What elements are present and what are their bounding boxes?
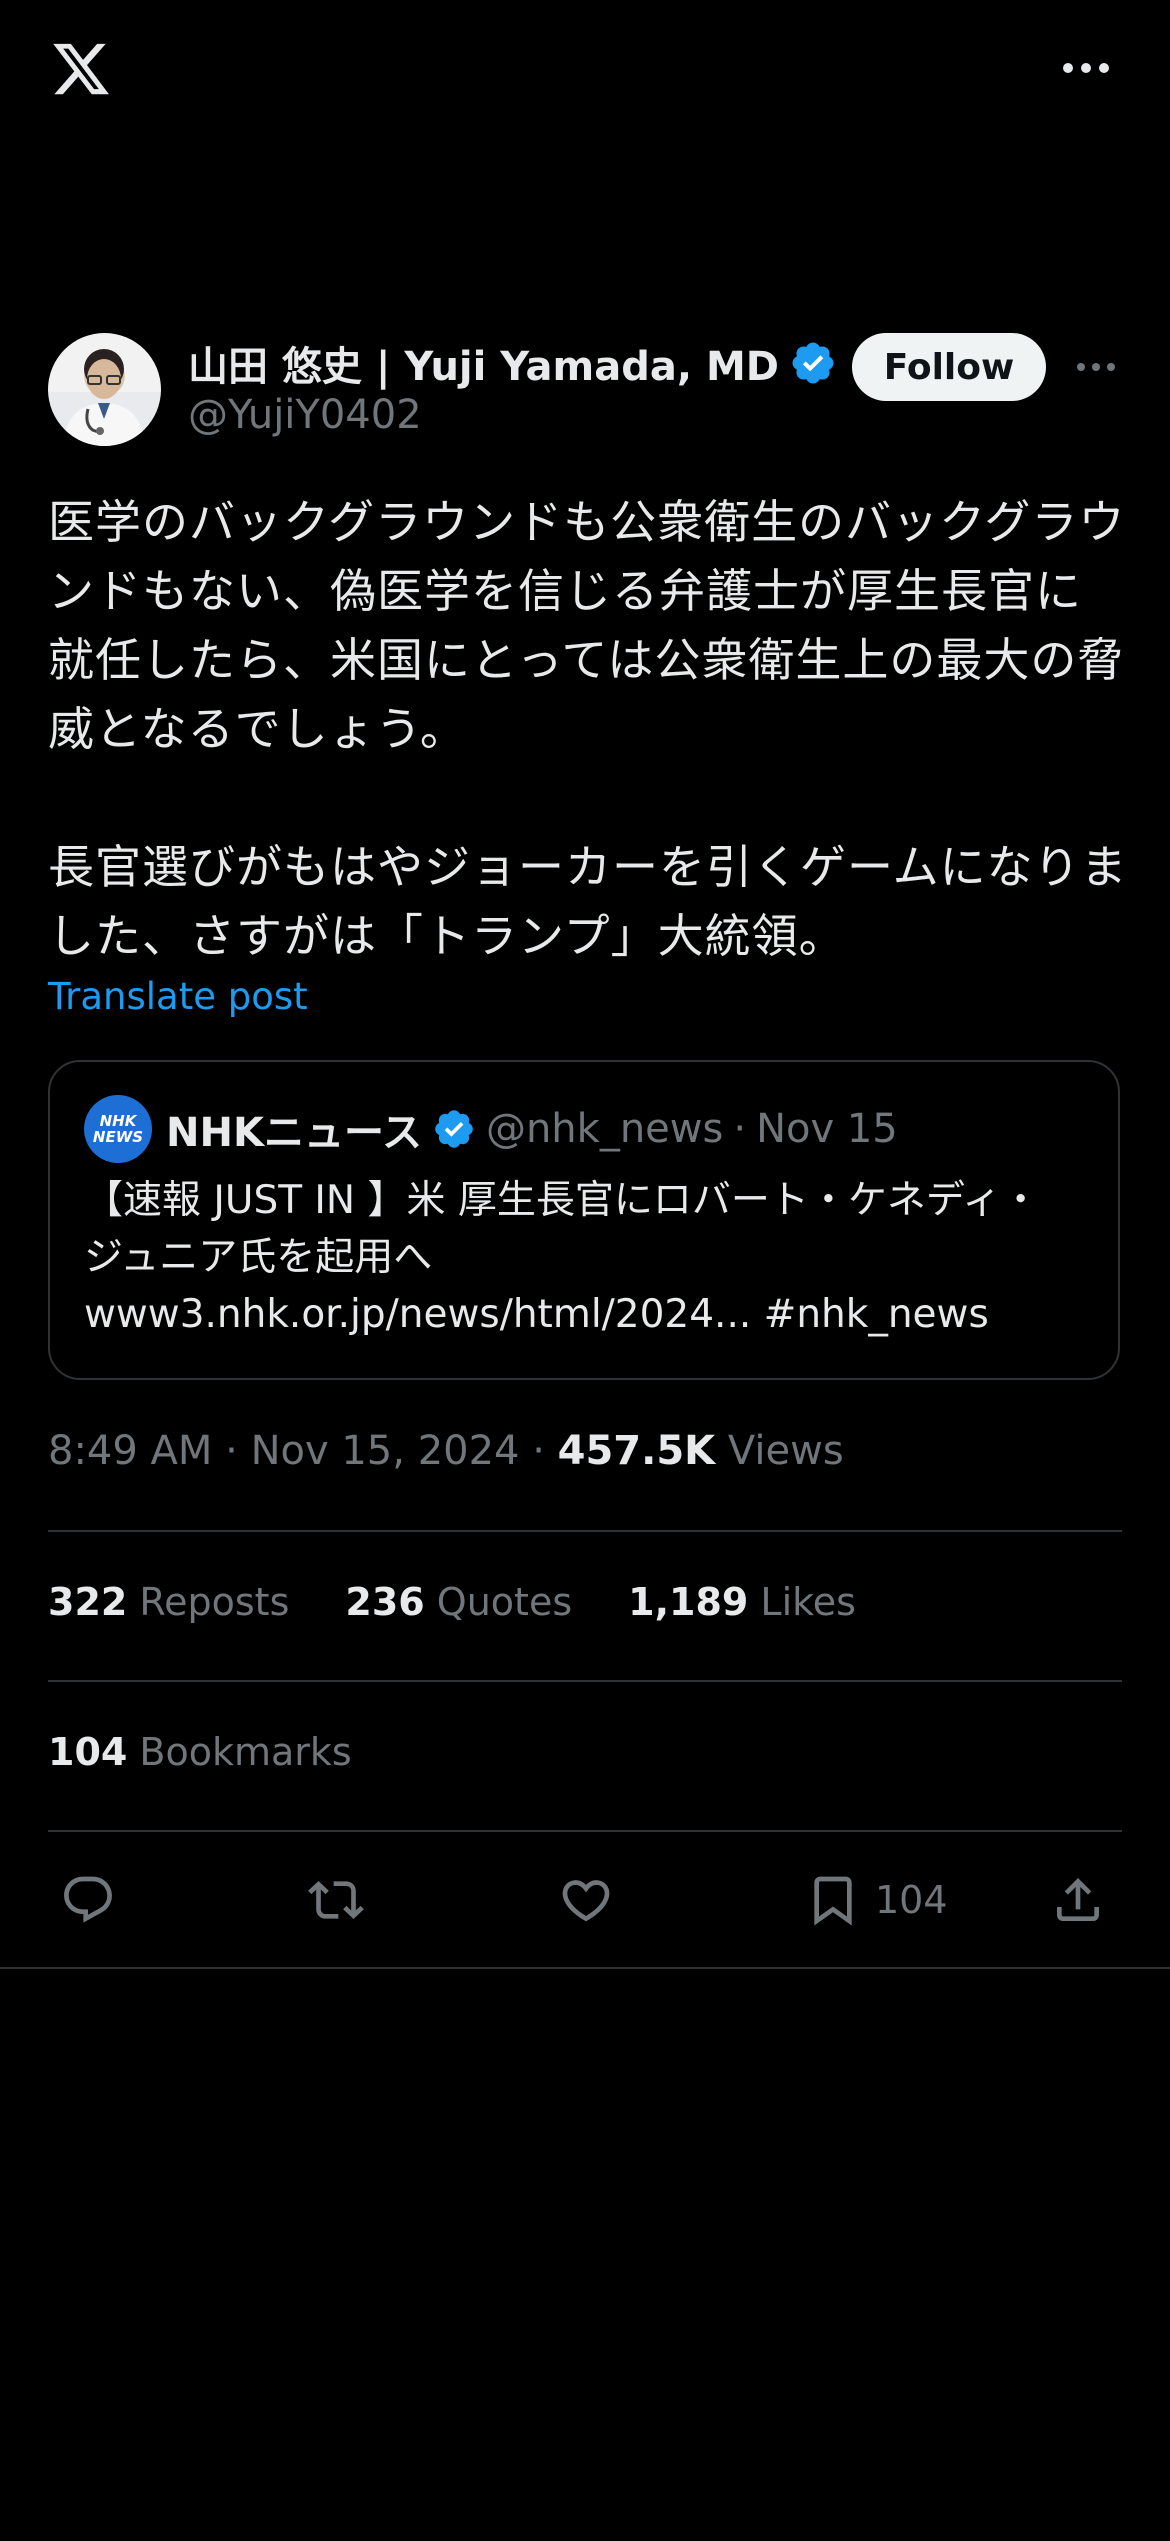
quoted-tweet-text: 【速報 JUST IN 】米 厚生長官にロバート・ケネディ・ジュニア氏を起用へ … bbox=[84, 1178, 1041, 1337]
heart-icon bbox=[562, 1880, 610, 1922]
bookmark-count: 104 bbox=[875, 1878, 948, 1922]
like-button[interactable] bbox=[558, 1870, 614, 1930]
reply-icon bbox=[64, 1876, 112, 1923]
more-horizontal-icon[interactable] bbox=[1060, 52, 1112, 84]
dot-separator: · bbox=[733, 1106, 747, 1152]
reposts-stat[interactable]: 322 Reposts bbox=[48, 1580, 289, 1624]
dot-separator: · bbox=[225, 1428, 238, 1474]
avatar[interactable] bbox=[48, 333, 161, 446]
follow-button[interactable]: Follow bbox=[852, 333, 1046, 401]
bookmark-icon bbox=[814, 1876, 852, 1926]
quoted-tweet-header: NHKニュース @nhk_news · Nov 15 bbox=[166, 1100, 898, 1158]
divider bbox=[48, 1830, 1122, 1832]
quotes-count: 236 bbox=[345, 1580, 425, 1624]
quotes-stat[interactable]: 236 Quotes bbox=[345, 1580, 572, 1624]
quoted-tweet-date: Nov 15 bbox=[756, 1106, 898, 1152]
tweet-text: 医学のバックグラウンドも公衆衛生のバックグラウンドもない、偽医学を信じる弁護士が… bbox=[48, 495, 1128, 963]
likes-count: 1,189 bbox=[628, 1580, 749, 1624]
dot-separator: · bbox=[532, 1428, 545, 1474]
repost-button[interactable] bbox=[308, 1870, 364, 1930]
views-count: 457.5K bbox=[557, 1428, 716, 1474]
display-name[interactable]: 山田 悠史 | Yuji Yamada, MD bbox=[188, 334, 837, 392]
likes-label: Likes bbox=[760, 1580, 856, 1624]
translate-post-link[interactable]: Translate post bbox=[48, 975, 308, 1018]
divider bbox=[0, 1967, 1170, 1969]
quotes-label: Quotes bbox=[436, 1580, 573, 1624]
verified-badge-icon bbox=[435, 1110, 473, 1148]
nhk-avatar: NHK NEWS bbox=[84, 1095, 152, 1163]
quoted-author-name: NHKニュース bbox=[166, 1110, 422, 1156]
bookmarks-stat: 104 Bookmarks bbox=[48, 1730, 352, 1774]
views-label[interactable]: Views bbox=[728, 1428, 844, 1474]
share-button[interactable] bbox=[1050, 1870, 1106, 1930]
repost-icon bbox=[308, 1881, 364, 1919]
likes-stat[interactable]: 1,189 Likes bbox=[628, 1580, 856, 1624]
bookmarks-label: Bookmarks bbox=[139, 1730, 352, 1774]
display-name-text: 山田 悠史 | Yuji Yamada, MD bbox=[188, 344, 779, 390]
quoted-author-handle: @nhk_news bbox=[485, 1106, 724, 1152]
divider bbox=[48, 1680, 1122, 1682]
nhk-logo-text-top: NHK bbox=[99, 1112, 137, 1130]
bookmark-button[interactable]: 104 bbox=[805, 1870, 948, 1930]
reply-button[interactable] bbox=[60, 1870, 116, 1930]
quoted-tweet-card[interactable]: NHK NEWS NHKニュース @nhk_news · Nov 15 【速報 … bbox=[48, 1060, 1120, 1380]
tweet-date: Nov 15, 2024 bbox=[250, 1428, 520, 1474]
reposts-label: Reposts bbox=[139, 1580, 290, 1624]
tweet-meta: 8:49 AM · Nov 15, 2024 · 457.5K Views bbox=[48, 1428, 844, 1474]
engagement-stats: 322 Reposts 236 Quotes 1,189 Likes bbox=[48, 1580, 856, 1624]
bookmarks-count: 104 bbox=[48, 1730, 128, 1774]
tweet-time: 8:49 AM bbox=[48, 1428, 213, 1474]
verified-badge-icon bbox=[792, 342, 834, 384]
nhk-logo-text-bottom: NEWS bbox=[92, 1128, 144, 1146]
reposts-count: 322 bbox=[48, 1580, 128, 1624]
divider bbox=[48, 1530, 1122, 1532]
more-horizontal-icon[interactable] bbox=[1075, 355, 1117, 379]
author-handle[interactable]: @YujiY0402 bbox=[188, 392, 422, 438]
share-icon bbox=[1057, 1878, 1099, 1921]
x-logo-icon[interactable] bbox=[48, 38, 114, 100]
